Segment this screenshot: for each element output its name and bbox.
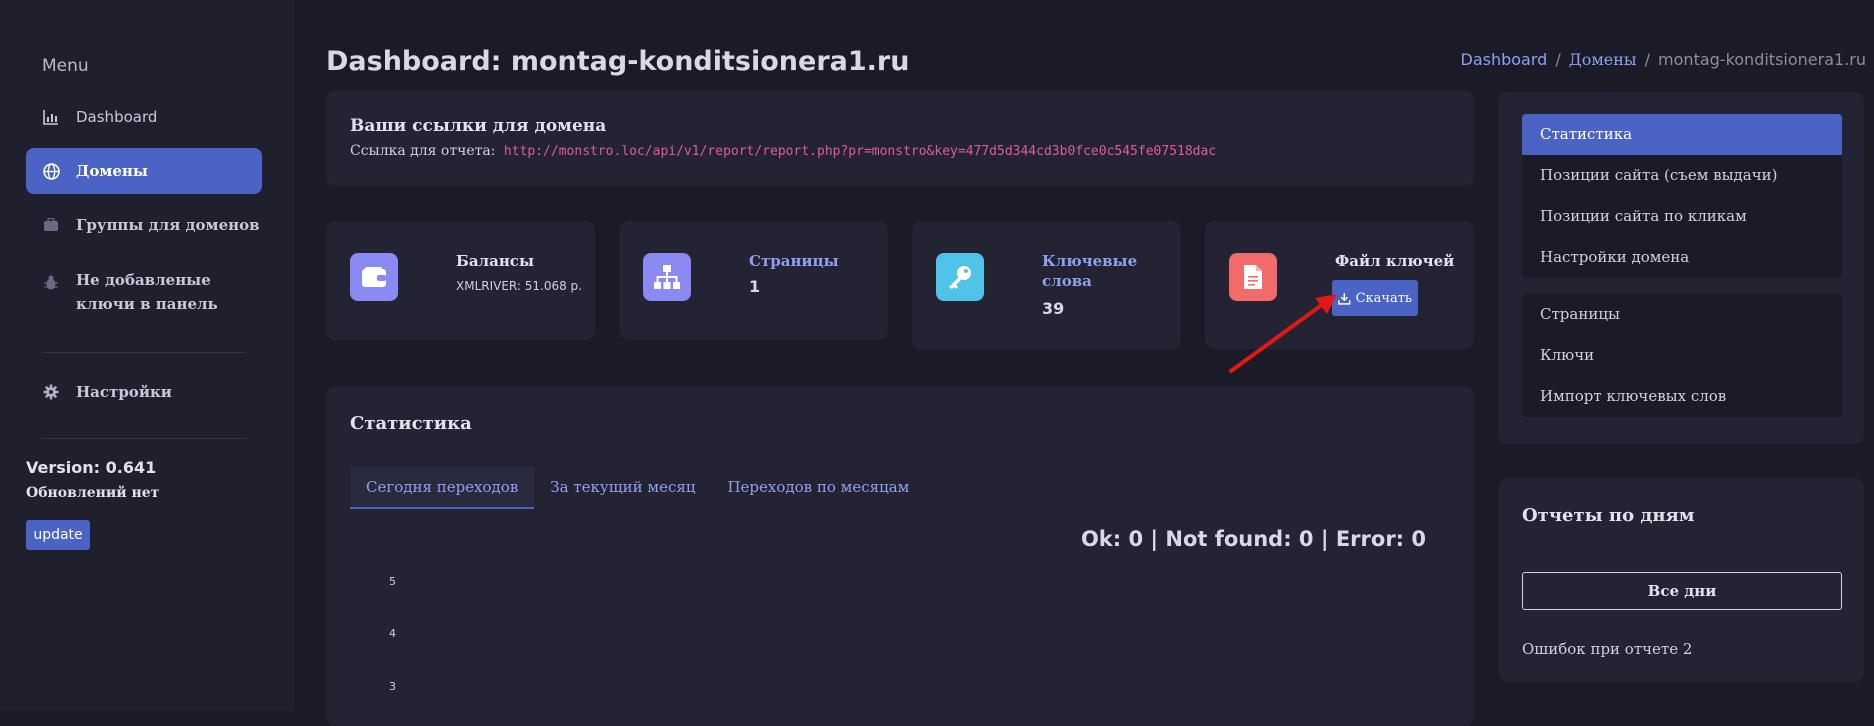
keywords-count: 39	[1042, 299, 1065, 318]
report-errors-text: Ошибок при отчете 2	[1522, 640, 1693, 658]
menu-item-keys[interactable]: Ключи	[1522, 335, 1842, 376]
pages-title[interactable]: Страницы	[749, 251, 839, 271]
breadcrumb-current: montag-konditsionera1.ru	[1658, 50, 1866, 69]
pages-count: 1	[749, 277, 761, 296]
key-icon	[936, 253, 984, 301]
keys-file-title: Файл ключей	[1335, 252, 1455, 270]
menu-item-pages[interactable]: Страницы	[1522, 294, 1842, 335]
tab-visits-by-month[interactable]: Переходов по месяцам	[711, 467, 925, 507]
wallet-icon	[350, 253, 398, 301]
keywords-card: Ключевые слова 39	[912, 221, 1181, 350]
balance-card: Балансы XMLRIVER: 51.068 р.	[326, 221, 595, 340]
menu-item-domain-settings[interactable]: Настройки домена	[1522, 237, 1842, 278]
statistics-card: Статистика Сегодня переходов За текущий …	[326, 386, 1474, 726]
links-card-title: Ваши ссылки для домена	[350, 116, 607, 136]
sidebar-item-domains[interactable]: Домены	[26, 148, 262, 194]
sidebar-item-label: Группы для доменов	[76, 216, 260, 234]
sidebar-item-label: Не добавленые ключи в панель	[76, 271, 218, 313]
sidebar-item-label: Домены	[76, 162, 148, 180]
y-tick-label: 3	[389, 680, 396, 693]
report-link-url[interactable]: http://monstro.loc/api/v1/report/report.…	[504, 144, 1216, 159]
menu-item-import-keywords[interactable]: Импорт ключевых слов	[1522, 376, 1842, 417]
pages-card: Страницы 1	[619, 221, 888, 340]
briefcase-icon	[42, 216, 60, 234]
y-tick-label: 4	[389, 627, 396, 640]
gear-icon	[42, 383, 60, 401]
daily-reports-title: Отчеты по дням	[1522, 505, 1695, 526]
menu-title: Menu	[42, 56, 89, 76]
tab-today-visits[interactable]: Сегодня переходов	[350, 467, 535, 509]
report-link-row: Ссылка для отчета: http://monstro.loc/ap…	[350, 143, 1216, 159]
status-line: Ok: 0 | Not found: 0 | Error: 0	[1080, 527, 1426, 551]
domain-links-card: Ваши ссылки для домена Ссылка для отчета…	[326, 90, 1474, 186]
domain-menu-card: Статистика Позиции сайта (съем выдачи) П…	[1498, 92, 1864, 444]
sidebar-item-unadded-keys[interactable]: Не добавленые ключи в панель	[26, 268, 262, 326]
breadcrumb: Dashboard / Домены / montag-konditsionera1.r…	[1460, 50, 1867, 69]
sidebar-divider	[42, 438, 246, 439]
sidebar-item-settings[interactable]: Настройки	[26, 369, 262, 415]
report-link-label: Ссылка для отчета:	[350, 143, 496, 159]
updates-status: Обновлений нет	[26, 485, 160, 501]
annotation-arrow-icon	[1229, 294, 1337, 373]
chart-icon	[42, 108, 60, 126]
menu-item-statistics[interactable]: Статистика	[1522, 114, 1842, 155]
globe-icon	[42, 162, 60, 180]
sidebar: Menu Dashboard Домены Группы для доменов…	[0, 0, 294, 711]
update-button[interactable]: update	[26, 520, 90, 550]
breadcrumb-dashboard-link[interactable]: Dashboard	[1461, 50, 1548, 69]
all-days-button[interactable]: Все дни	[1522, 572, 1842, 610]
menu-item-positions-serp[interactable]: Позиции сайта (съем выдачи)	[1522, 155, 1842, 196]
breadcrumb-domains-link[interactable]: Домены	[1569, 50, 1637, 69]
domain-menu-group-1: Статистика Позиции сайта (съем выдачи) П…	[1522, 114, 1842, 278]
sidebar-item-label: Dashboard	[76, 108, 158, 126]
sidebar-item-label: Настройки	[76, 383, 172, 401]
bug-icon	[42, 274, 60, 292]
y-tick-label: 5	[389, 575, 396, 588]
statistics-title: Статистика	[350, 413, 472, 434]
version-label: Version: 0.641	[26, 458, 157, 477]
sitemap-icon	[643, 253, 691, 301]
menu-item-positions-clicks[interactable]: Позиции сайта по кликам	[1522, 196, 1842, 237]
balance-value: XMLRIVER: 51.068 р.	[456, 279, 582, 293]
sidebar-item-domain-groups[interactable]: Группы для доменов	[26, 202, 262, 248]
tab-current-month[interactable]: За текущий месяц	[534, 467, 711, 507]
statistics-tabs: Сегодня переходов За текущий месяц Перех…	[350, 467, 925, 509]
domain-menu-group-2: Страницы Ключи Импорт ключевых слов	[1522, 294, 1842, 417]
sidebar-divider	[42, 352, 246, 353]
balance-title: Балансы	[456, 252, 534, 270]
daily-reports-card: Отчеты по дням Все дни Ошибок при отчете…	[1498, 478, 1864, 682]
keywords-title[interactable]: Ключевые слова	[1042, 251, 1137, 291]
sidebar-item-dashboard[interactable]: Dashboard	[26, 94, 262, 140]
page-title: Dashboard: montag-konditsionera1.ru	[326, 46, 910, 77]
